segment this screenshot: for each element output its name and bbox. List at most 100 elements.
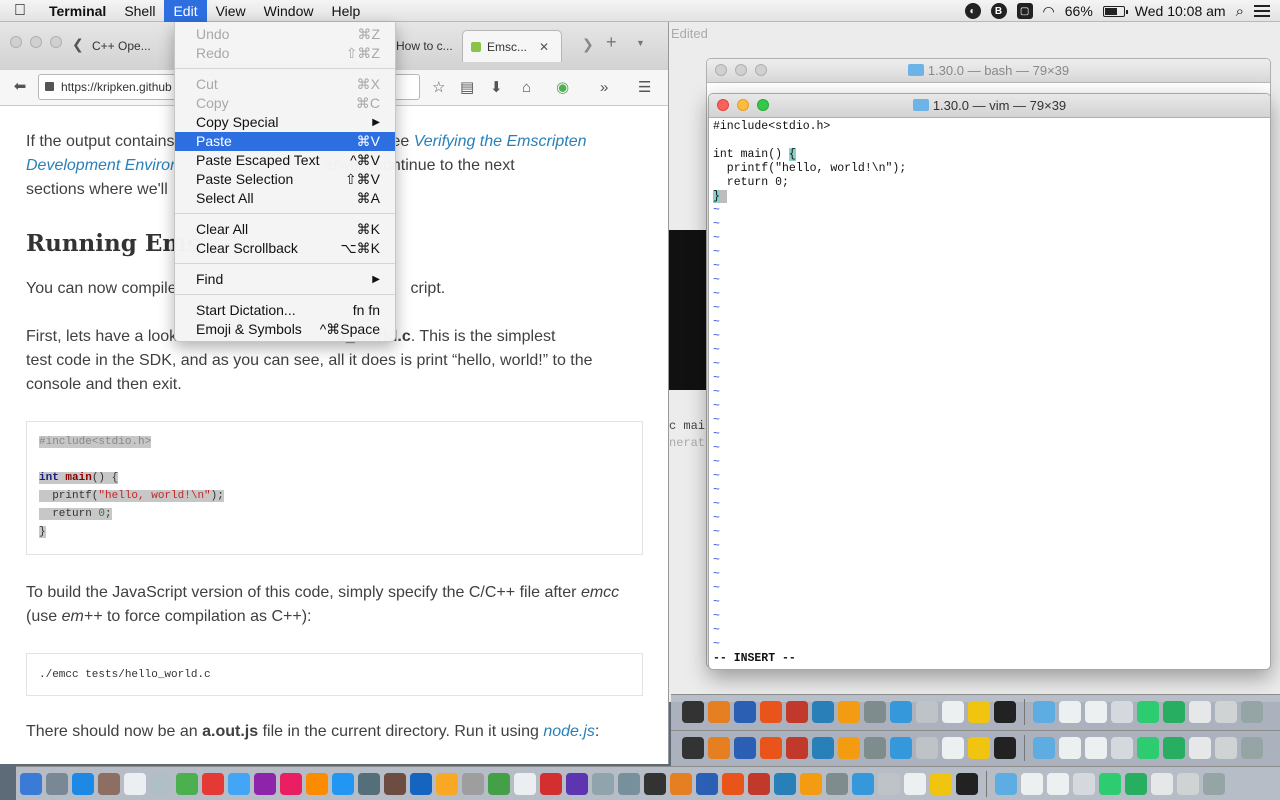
tab-cpp-ope[interactable]: C++ Ope... xyxy=(84,30,170,62)
vim-zoom-button[interactable] xyxy=(757,99,769,111)
bookmark-star-icon[interactable]: ☆ xyxy=(432,78,445,98)
filezilla-dock-icon[interactable] xyxy=(748,773,770,795)
b-status-icon[interactable]: B xyxy=(990,3,1007,19)
menu-item-paste-selection[interactable]: Paste Selection ⇧⌘V xyxy=(175,170,395,189)
menu-view[interactable]: View xyxy=(207,0,255,22)
app-dock-icon[interactable] xyxy=(812,737,834,759)
b-browser-dock-icon[interactable] xyxy=(734,701,756,723)
doc-dock-icon[interactable] xyxy=(878,773,900,795)
filezilla-dock-icon[interactable] xyxy=(786,737,808,759)
vim-minimize-button[interactable] xyxy=(737,99,749,111)
file-dock-icon[interactable] xyxy=(1189,701,1211,723)
menu-help[interactable]: Help xyxy=(322,0,369,22)
menu-item-undo[interactable]: Undo ⌘Z xyxy=(175,25,395,44)
apple-menu-icon[interactable]:  xyxy=(0,0,40,22)
nodejs-link[interactable]: node.js xyxy=(543,723,595,740)
folder-dock-icon[interactable] xyxy=(1033,701,1055,723)
file-dock-icon[interactable] xyxy=(942,737,964,759)
file-dock-icon[interactable] xyxy=(1047,773,1069,795)
itunes-dock-icon[interactable] xyxy=(254,773,276,795)
notes-dock-icon[interactable] xyxy=(150,773,172,795)
green-dock-icon[interactable] xyxy=(1125,773,1147,795)
console-dock-icon[interactable] xyxy=(956,773,978,795)
menu-item-start-dictation[interactable]: Start Dictation... fn fn xyxy=(175,301,395,320)
maps-dock-icon[interactable] xyxy=(488,773,510,795)
bash-zoom-button[interactable] xyxy=(755,64,767,76)
system-preferences-dock-icon[interactable] xyxy=(358,773,380,795)
back-button[interactable]: ⬅ xyxy=(6,74,34,100)
imovie-dock-icon[interactable] xyxy=(566,773,588,795)
menu-edit[interactable]: Edit xyxy=(164,0,207,22)
verifying-link[interactable]: Verifying the Emscripten xyxy=(414,133,587,150)
trash-dock-icon[interactable] xyxy=(1203,773,1225,795)
tabs-scroll-right-icon[interactable]: ❯ xyxy=(582,36,594,53)
battery-percent[interactable]: 66% xyxy=(1065,3,1093,19)
overflow-icon[interactable]: » xyxy=(600,78,608,98)
bash-title-bar[interactable]: 1.30.0 — bash — 79×39 xyxy=(707,59,1270,83)
tab-close-icon[interactable]: ✕ xyxy=(539,40,549,54)
menu-item-clear-all[interactable]: Clear All ⌘K xyxy=(175,220,395,239)
wrench-dock-icon[interactable] xyxy=(968,737,990,759)
status-icon-1[interactable]: ◐ xyxy=(964,3,981,19)
console-dock-icon[interactable] xyxy=(994,737,1016,759)
b-browser-dock-icon[interactable] xyxy=(696,773,718,795)
menu-item-emoji-symbols[interactable]: Emoji & Symbols ^⌘Space xyxy=(175,320,395,339)
file-dock-icon[interactable] xyxy=(1059,737,1081,759)
downloads-icon[interactable]: ⬇ xyxy=(490,78,503,98)
menu-item-select-all[interactable]: Select All ⌘A xyxy=(175,189,395,208)
messages-dock-icon[interactable] xyxy=(228,773,250,795)
folder-dock-icon[interactable] xyxy=(1033,737,1055,759)
trash-dock-icon[interactable] xyxy=(1241,737,1263,759)
help-dock-icon[interactable] xyxy=(864,701,886,723)
green-dock-icon[interactable] xyxy=(1163,737,1185,759)
file-dock-icon[interactable] xyxy=(1073,773,1095,795)
vlc-dock-icon[interactable] xyxy=(838,701,860,723)
textedit-dock-icon[interactable] xyxy=(514,773,536,795)
bash-minimize-button[interactable] xyxy=(735,64,747,76)
zoom-window-button[interactable] xyxy=(50,36,62,48)
menu-item-copy[interactable]: Copy ⌘C xyxy=(175,94,395,113)
terminal-dock-icon[interactable] xyxy=(682,737,704,759)
green-dock-icon[interactable] xyxy=(1137,737,1159,759)
menu-item-find[interactable]: Find ▶ xyxy=(175,270,395,289)
app-store-dock-icon[interactable] xyxy=(306,773,328,795)
wrench-dock-icon[interactable] xyxy=(968,701,990,723)
app-dock-icon[interactable] xyxy=(812,701,834,723)
app-dock-icon[interactable] xyxy=(618,773,640,795)
notification-center-icon[interactable] xyxy=(1254,5,1270,17)
menu-item-clear-scrollback[interactable]: Clear Scrollback ⌥⌘K xyxy=(175,239,395,258)
terminal-dock-icon[interactable] xyxy=(682,701,704,723)
file-dock-icon[interactable] xyxy=(904,773,926,795)
photo-booth-dock-icon[interactable] xyxy=(202,773,224,795)
menu-item-redo[interactable]: Redo ⇧⌘Z xyxy=(175,44,395,63)
file-dock-icon[interactable] xyxy=(1085,701,1107,723)
new-tab-icon[interactable]: + xyxy=(606,32,617,53)
wifi-icon[interactable]: ◠ xyxy=(1043,3,1055,20)
tool-dock-icon[interactable] xyxy=(708,737,730,759)
wrench-dock-icon[interactable] xyxy=(930,773,952,795)
box-dock-icon[interactable] xyxy=(890,737,912,759)
hamburger-menu-icon[interactable]: ☰ xyxy=(638,78,651,98)
file-dock-icon[interactable] xyxy=(1215,701,1237,723)
doc-dock-icon[interactable] xyxy=(916,737,938,759)
doc-dock-icon[interactable] xyxy=(916,701,938,723)
terminal-dock-icon[interactable] xyxy=(644,773,666,795)
file-dock-icon[interactable] xyxy=(1177,773,1199,795)
automator-dock-icon[interactable] xyxy=(384,773,406,795)
tabs-scroll-left-icon[interactable]: ❮ xyxy=(72,36,84,53)
vlc-dock-icon[interactable] xyxy=(800,773,822,795)
menu-shell[interactable]: Shell xyxy=(115,0,164,22)
bash-close-button[interactable] xyxy=(715,64,727,76)
contacts-dock-icon[interactable] xyxy=(98,773,120,795)
menu-window[interactable]: Window xyxy=(255,0,323,22)
box-dock-icon[interactable] xyxy=(852,773,874,795)
calendar-dock-icon[interactable] xyxy=(124,773,146,795)
file-dock-icon[interactable] xyxy=(1189,737,1211,759)
clock[interactable]: Wed 10:08 am xyxy=(1135,3,1226,19)
facetime-dock-icon[interactable] xyxy=(176,773,198,795)
file-dock-icon[interactable] xyxy=(1085,737,1107,759)
util-dock-icon[interactable] xyxy=(436,773,458,795)
spotlight-icon[interactable]: ⌕ xyxy=(1236,3,1244,20)
development-env-link[interactable]: Development Enviror xyxy=(26,157,175,174)
file-dock-icon[interactable] xyxy=(1059,701,1081,723)
